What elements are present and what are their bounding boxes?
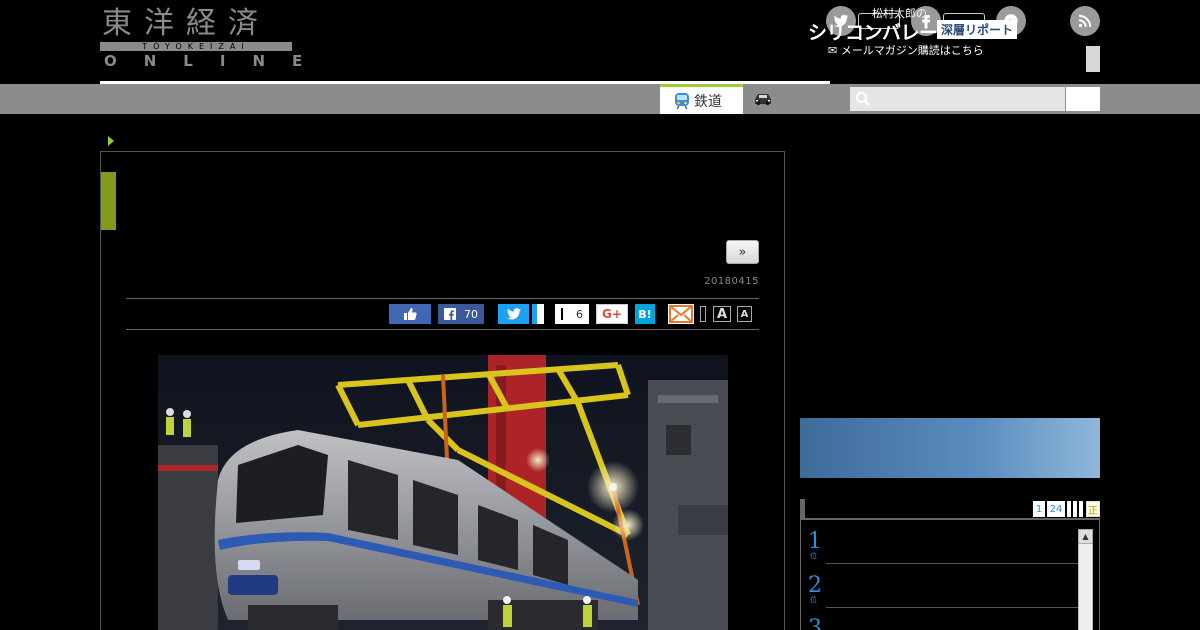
envelope-icon: ✉ (828, 44, 838, 57)
rank-number-1: 1 (808, 529, 822, 554)
ranking-header-marker (800, 499, 805, 519)
rank-number-2: 2 (808, 573, 822, 598)
next-page-button[interactable]: » (726, 240, 759, 264)
share-divider-bottom (126, 329, 759, 330)
ranking-list (800, 519, 1100, 630)
mail-icon (669, 305, 693, 323)
facebook-icon (444, 308, 456, 320)
ranking-tab-24[interactable]: 24 (1047, 501, 1065, 517)
tab-railway[interactable]: 鉄道 (660, 84, 743, 114)
banner-tag: 深層リポート (937, 20, 1018, 39)
search-icon (855, 91, 871, 107)
rank-divider (826, 563, 1078, 564)
search-input[interactable] (850, 87, 1065, 111)
ranking-tab-4[interactable] (1073, 501, 1077, 517)
thumbs-up-icon (404, 308, 417, 320)
train-icon (675, 92, 689, 109)
pocket-share-count[interactable]: 6 (555, 304, 589, 324)
ranking-tab-1[interactable]: 1 (1033, 501, 1045, 517)
article-main-photo (158, 355, 728, 630)
banner-title: シリコンバレー (808, 22, 938, 44)
share-divider-top (126, 298, 759, 299)
font-size-small-button[interactable]: A (737, 306, 752, 322)
rank-number-3: 3 (808, 616, 822, 630)
rank-divider (826, 607, 1078, 608)
share-separator (700, 306, 706, 322)
scroll-up-icon[interactable]: ▲ (1078, 529, 1093, 544)
rank-suffix-2: 位 (810, 596, 817, 604)
facebook-like-button[interactable] (389, 304, 431, 324)
font-size-large-button[interactable]: A (713, 306, 731, 322)
breadcrumb-arrow-icon (108, 136, 114, 146)
ranking-tab-5[interactable] (1079, 501, 1083, 517)
hatena-bookmark-button[interactable]: B! (635, 304, 655, 324)
logo-kanji: 東洋経済 (102, 6, 270, 41)
logo-romaji: TOYOKEIZAI (100, 42, 292, 51)
banner-subscribe-link[interactable]: ✉ メールマガジン購読はこちら (828, 42, 984, 58)
header-menu-button[interactable] (1086, 46, 1100, 72)
twitter-share-count (532, 304, 544, 324)
mail-share-button[interactable] (668, 304, 694, 324)
tab-railway-label: 鉄道 (694, 93, 722, 110)
banner-subscribe-label: メールマガジン購読はこちら (840, 44, 984, 57)
page: 東洋経済 TOYOKEIZAI ONLINE 鉄道 » 20180415 70 … (0, 0, 1200, 630)
ranking-scrollbar[interactable] (1078, 529, 1093, 630)
ranking-tab-3[interactable] (1067, 501, 1071, 517)
search-button[interactable] (1066, 87, 1100, 111)
rss-icon[interactable] (1070, 6, 1100, 36)
rank-suffix-1: 位 (810, 552, 817, 560)
twitter-share-button[interactable] (498, 304, 529, 324)
site-logo[interactable]: 東洋経済 TOYOKEIZAI ONLINE (100, 6, 330, 70)
facebook-share-count: 70 (464, 307, 478, 321)
car-icon[interactable] (752, 90, 774, 108)
googleplus-share-button[interactable]: G+ (596, 304, 628, 324)
twitter-bird-icon (506, 308, 521, 320)
ranking-tab-main[interactable]: 正 (1086, 501, 1100, 517)
article-date: 20180415 (704, 276, 759, 287)
facebook-share-button[interactable]: 70 (438, 304, 484, 324)
logo-online: ONLINE (104, 52, 330, 70)
newsletter-banner[interactable] (800, 418, 1100, 478)
article-title-marker (101, 172, 116, 230)
